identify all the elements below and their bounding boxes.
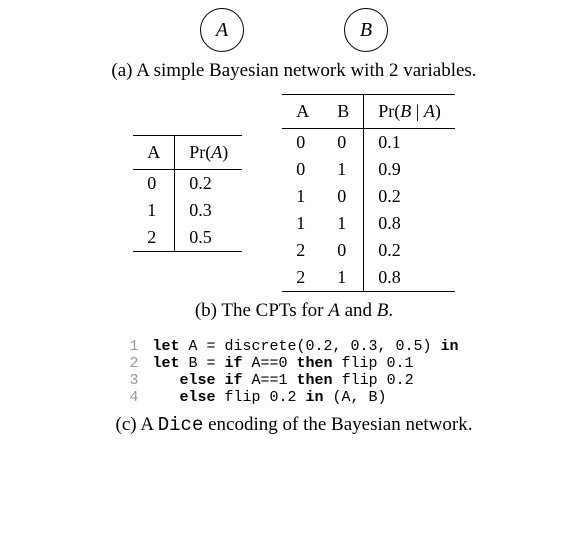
code-text: A==0: [243, 355, 297, 372]
caption-c-suffix: encoding of the Bayesian network.: [203, 414, 472, 435]
code-text: flip 0.2: [333, 372, 414, 389]
bayesian-network-diagram: A B: [200, 8, 388, 52]
cpt-tables-row: A Pr(A) 0 0.2 1 0.3 2 0.5 A B Pr(B | A): [133, 94, 455, 292]
cell: 0.8: [364, 264, 455, 292]
line-num: 3: [129, 372, 138, 389]
pr-a: A: [424, 101, 435, 121]
caption-b-prefix: (b) The CPTs for: [195, 300, 328, 321]
cell-a: 2: [133, 224, 175, 252]
table-b-header-pr: Pr(B | A): [364, 95, 455, 129]
table-pr-b-given-a: A B Pr(B | A) 000.1 010.9 100.2 110.8 20…: [282, 94, 455, 292]
code-content: let A = discrete(0.2, 0.3, 0.5) in let B…: [152, 338, 458, 406]
table-row: 1 0.3: [133, 197, 242, 224]
kw-in: in: [441, 338, 459, 355]
caption-b-a: A: [328, 300, 340, 321]
line-num: 1: [129, 338, 138, 355]
caption-a: (a) A simple Bayesian network with 2 var…: [111, 60, 476, 82]
caption-b: (b) The CPTs for A and B.: [195, 300, 393, 322]
cell: 0: [323, 129, 364, 157]
pr-open: Pr(: [378, 101, 400, 121]
table-b-header-a: A: [282, 95, 323, 129]
caption-b-and: and: [340, 300, 377, 321]
table-a-header-var: A: [133, 135, 175, 169]
line-num: 2: [129, 355, 138, 372]
kw-if: if: [225, 372, 243, 389]
cell-a: 1: [133, 197, 175, 224]
line-num: 4: [129, 389, 138, 406]
cell: 1: [323, 156, 364, 183]
caption-b-b: B: [377, 300, 389, 321]
kw-let: let: [152, 338, 179, 355]
table-b-header-b: B: [323, 95, 364, 129]
cell: 0: [282, 129, 323, 157]
cell: 1: [282, 210, 323, 237]
table-row: 100.2: [282, 183, 455, 210]
cell: 2: [282, 237, 323, 264]
line-numbers: 1 2 3 4: [129, 338, 152, 406]
table-row: 110.8: [282, 210, 455, 237]
cell: 0: [323, 183, 364, 210]
pr-b: B: [400, 101, 411, 121]
pr-label: Pr(: [189, 142, 211, 162]
table-row: 010.9: [282, 156, 455, 183]
code-text: (A, B): [324, 389, 387, 406]
dice-code-block: 1 2 3 4 let A = discrete(0.2, 0.3, 0.5) …: [129, 338, 458, 406]
code-text: A==1: [243, 372, 297, 389]
kw-if: if: [225, 355, 243, 372]
network-node-a: A: [200, 8, 244, 52]
kw-then: then: [297, 372, 333, 389]
cell: 2: [282, 264, 323, 292]
cell-pr: 0.2: [175, 169, 243, 197]
cell: 0.2: [364, 183, 455, 210]
code-text: flip 0.2: [216, 389, 306, 406]
caption-c-prefix: (c) A: [116, 414, 158, 435]
cell: 1: [323, 210, 364, 237]
cell: 0: [323, 237, 364, 264]
table-row: 200.2: [282, 237, 455, 264]
cell: 0: [282, 156, 323, 183]
cell: 0.1: [364, 129, 455, 157]
network-node-b: B: [344, 8, 388, 52]
code-text: A = discrete(0.2, 0.3, 0.5): [179, 338, 440, 355]
table-row: 2 0.5: [133, 224, 242, 252]
caption-b-suffix: .: [388, 300, 393, 321]
kw-else: else: [179, 389, 215, 406]
cell: 0.9: [364, 156, 455, 183]
table-row: 000.1: [282, 129, 455, 157]
pr-close: ): [222, 142, 228, 162]
table-a-header-pr: Pr(A): [175, 135, 243, 169]
pr-bar: |: [411, 101, 424, 121]
cell: 0.2: [364, 237, 455, 264]
kw-let: let: [152, 355, 179, 372]
cell-a: 0: [133, 169, 175, 197]
cell-pr: 0.5: [175, 224, 243, 252]
cell: 1: [323, 264, 364, 292]
cell: 1: [282, 183, 323, 210]
node-b-label: B: [360, 19, 372, 42]
cell: 0.8: [364, 210, 455, 237]
pr-close2: ): [435, 101, 441, 121]
node-a-label: A: [216, 19, 228, 42]
table-row: 210.8: [282, 264, 455, 292]
cell-pr: 0.3: [175, 197, 243, 224]
table-row: 0 0.2: [133, 169, 242, 197]
pr-var: A: [211, 142, 222, 162]
code-text: B =: [179, 355, 224, 372]
kw-then: then: [297, 355, 333, 372]
table-pr-a: A Pr(A) 0 0.2 1 0.3 2 0.5: [133, 135, 242, 252]
caption-c: (c) A Dice encoding of the Bayesian netw…: [116, 414, 473, 436]
kw-in: in: [306, 389, 324, 406]
arrow-icon: [244, 29, 344, 31]
kw-else: else: [179, 372, 215, 389]
caption-c-dice: Dice: [158, 414, 204, 436]
code-text: flip 0.1: [333, 355, 414, 372]
